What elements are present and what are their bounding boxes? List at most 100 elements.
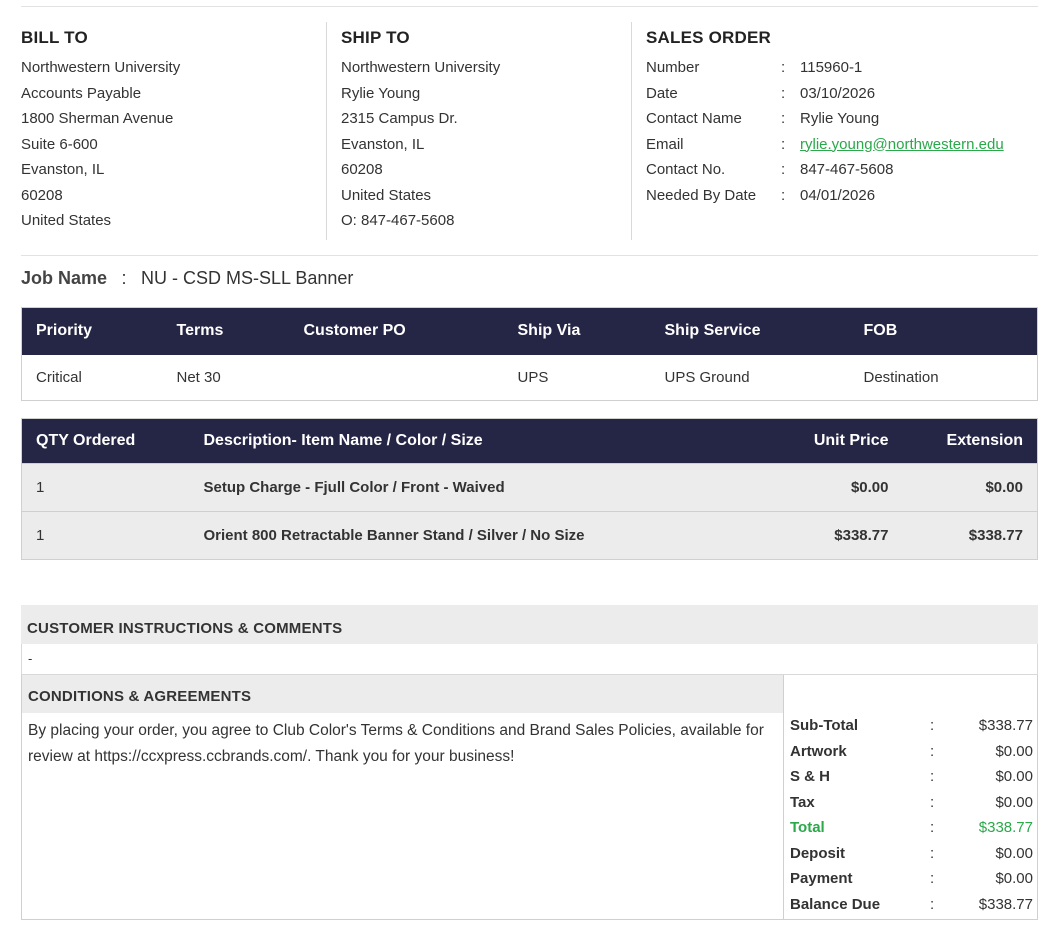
contact-name-row: Contact Name : Rylie Young — [646, 106, 1038, 132]
qty-cell: 1 — [21, 511, 190, 560]
bill-to-section: BILL TO Northwestern University Accounts… — [21, 22, 321, 240]
balance-due-row: Balance Due : $338.77 — [784, 892, 1037, 918]
job-name: Job Name: NU - CSD MS-SLL Banner — [21, 268, 353, 289]
sales-order-section: SALES ORDER Number : 115960-1 Date : 03/… — [646, 22, 1038, 240]
colon: : — [930, 742, 935, 760]
ship-to-line: Evanston, IL — [341, 135, 425, 153]
total-label: Balance Due — [790, 895, 881, 913]
table-header-row: QTY Ordered Description- Item Name / Col… — [21, 418, 1038, 464]
colon: : — [781, 135, 786, 153]
colon: : — [781, 84, 786, 102]
colon: : — [781, 59, 786, 76]
extension-cell: $338.77 — [902, 511, 1038, 560]
order-number-value: 115960-1 — [800, 59, 863, 76]
terms-cell: Net 30 — [162, 354, 290, 401]
order-date-row: Date : 03/10/2026 — [646, 81, 1038, 107]
ship-to-line: Rylie Young — [341, 84, 421, 102]
table-header-row: Priority Terms Customer PO Ship Via Ship… — [21, 307, 1038, 355]
email-link[interactable]: rylie.young@northwestern.edu — [800, 136, 1004, 153]
contact-name-value: Rylie Young — [800, 110, 880, 127]
total-value: $338.77 — [978, 819, 1033, 836]
ship-to-line: United States — [341, 186, 432, 204]
table-row: 1 Orient 800 Retractable Banner Stand / … — [21, 511, 1038, 560]
total-value: $338.77 — [978, 717, 1033, 734]
total-label: Tax — [790, 793, 815, 811]
column-divider — [326, 22, 327, 240]
column-divider — [631, 22, 632, 240]
field-label: Needed By Date — [646, 186, 757, 204]
colon: : — [930, 717, 935, 734]
column-header-customer-po: Customer PO — [289, 307, 504, 355]
bill-to-line: 1800 Sherman Avenue — [21, 110, 174, 127]
field-label: Email — [646, 135, 684, 153]
order-number-row: Number : 115960-1 — [646, 55, 1038, 81]
qty-cell: 1 — [21, 463, 190, 512]
email-value: rylie.young@northwestern.edu — [800, 132, 1004, 158]
ship-to-line: Northwestern University — [341, 59, 501, 76]
unit-price-cell: $338.77 — [724, 511, 903, 560]
order-date-value: 03/10/2026 — [800, 84, 876, 102]
top-divider — [21, 6, 1038, 7]
total-label: S & H — [790, 768, 831, 785]
customer-po-cell — [289, 354, 504, 401]
column-header-qty: QTY Ordered — [21, 418, 190, 464]
totals-section: Sub-Total : $338.77 Artwork : $0.00 S & … — [783, 675, 1038, 920]
section-divider — [21, 255, 1038, 256]
field-label: Date — [646, 84, 678, 102]
grand-total-row: Total : $338.77 — [784, 815, 1037, 841]
bill-to-line: Northwestern University — [21, 59, 181, 76]
column-header-extension: Extension — [902, 418, 1038, 464]
description-cell: Orient 800 Retractable Banner Stand / Si… — [189, 511, 725, 560]
ship-service-cell: UPS Ground — [650, 354, 850, 401]
column-header-description: Description- Item Name / Color / Size — [189, 418, 725, 464]
column-header-ship-service: Ship Service — [650, 307, 850, 355]
colon: : — [930, 870, 935, 887]
total-label: Artwork — [790, 742, 847, 760]
ship-to-line: 60208 — [341, 161, 383, 178]
customer-instructions-text: - — [21, 644, 1038, 675]
column-header-ship-via: Ship Via — [503, 307, 651, 355]
bill-to-line: United States — [21, 212, 112, 229]
colon: : — [781, 161, 786, 178]
conditions-section: CONDITIONS & AGREEMENTS By placing your … — [21, 675, 784, 920]
contact-number-value: 847-467-5608 — [800, 161, 894, 178]
total-value: $0.00 — [995, 793, 1033, 811]
description-cell: Setup Charge - Fjull Color / Front - Wai… — [189, 463, 725, 512]
column-header-fob: FOB — [849, 307, 1038, 355]
column-header-unit-price: Unit Price — [724, 418, 903, 464]
bill-to-heading: BILL TO — [21, 28, 88, 47]
ship-to-section: SHIP TO Northwestern University Rylie Yo… — [341, 22, 631, 240]
line-items-table: QTY Ordered Description- Item Name / Col… — [21, 418, 1038, 560]
colon: : — [781, 186, 786, 204]
column-header-terms: Terms — [162, 307, 290, 355]
job-name-label: Job Name — [21, 268, 108, 288]
colon: : — [930, 768, 935, 785]
job-name-value: NU - CSD MS-SLL Banner — [141, 268, 354, 288]
total-value: $0.00 — [995, 742, 1033, 760]
colon: : — [930, 844, 935, 862]
extension-cell: $0.00 — [902, 463, 1038, 512]
total-value: $0.00 — [995, 870, 1033, 887]
field-label: Contact No. — [646, 161, 726, 178]
field-label: Contact Name — [646, 110, 742, 127]
table-row: Critical Net 30 UPS UPS Ground Destinati… — [21, 354, 1038, 401]
priority-cell: Critical — [21, 354, 163, 401]
contact-number-row: Contact No. : 847-467-5608 — [646, 157, 1038, 183]
order-info-table: Priority Terms Customer PO Ship Via Ship… — [21, 307, 1038, 401]
email-row: Email : rylie.young@northwestern.edu — [646, 132, 1038, 158]
artwork-row: Artwork : $0.00 — [784, 739, 1037, 765]
ship-via-cell: UPS — [503, 354, 651, 401]
bill-to-line: Accounts Payable — [21, 84, 142, 102]
total-value: $0.00 — [995, 844, 1033, 862]
colon: : — [781, 110, 786, 127]
total-label: Total — [790, 819, 825, 836]
column-header-priority: Priority — [21, 307, 163, 355]
total-label: Sub-Total — [790, 717, 859, 734]
colon: : — [930, 819, 935, 836]
customer-instructions-heading: CUSTOMER INSTRUCTIONS & COMMENTS — [21, 605, 1038, 644]
total-label: Deposit — [790, 844, 846, 862]
subtotal-row: Sub-Total : $338.77 — [784, 713, 1037, 739]
unit-price-cell: $0.00 — [724, 463, 903, 512]
fob-cell: Destination — [849, 354, 1038, 401]
tax-row: Tax : $0.00 — [784, 790, 1037, 816]
